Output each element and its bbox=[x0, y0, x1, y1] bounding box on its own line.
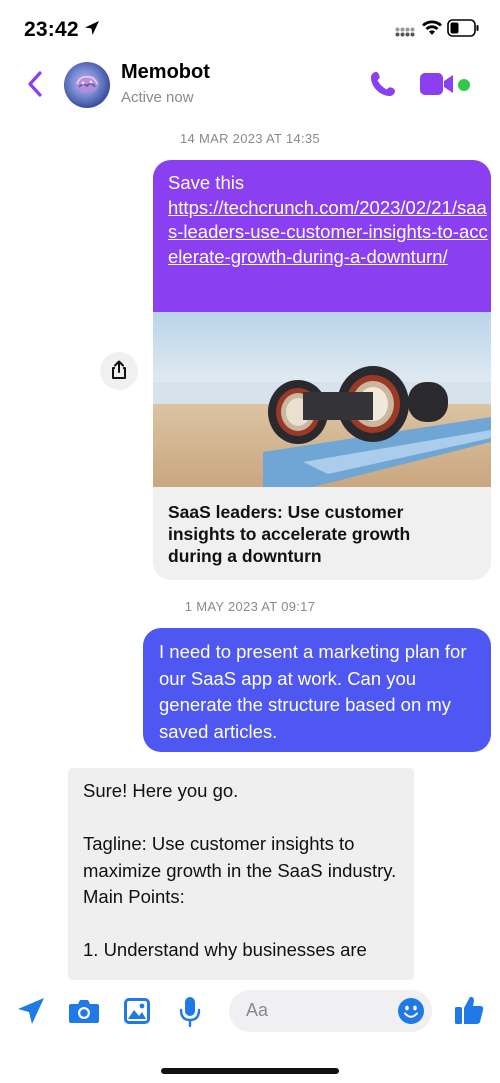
message-link[interactable]: https://techcrunch.com/2023/02/21/saas-l… bbox=[168, 196, 488, 270]
message-composer: Aa bbox=[0, 980, 500, 1083]
cellular-signal-icon bbox=[395, 27, 415, 37]
thumbs-up-icon[interactable] bbox=[453, 994, 485, 1026]
battery-icon bbox=[447, 19, 479, 37]
avatar[interactable] bbox=[64, 62, 110, 108]
message-text: Sure! Here you go. Tagline: Use customer… bbox=[83, 780, 397, 960]
contact-name[interactable]: Memobot bbox=[121, 61, 210, 84]
online-indicator bbox=[458, 79, 470, 91]
chat-header: Memobot Active now bbox=[0, 58, 500, 113]
phone-icon[interactable] bbox=[369, 70, 397, 98]
message-timestamp: 1 MAY 2023 AT 09:17 bbox=[184, 599, 316, 614]
status-time: 23:42 bbox=[24, 18, 79, 41]
message-input-placeholder: Aa bbox=[246, 1000, 269, 1020]
microphone-icon[interactable] bbox=[178, 996, 202, 1028]
contact-status: Active now bbox=[121, 89, 194, 106]
message-text: Save this bbox=[168, 172, 245, 193]
link-preview-title[interactable]: SaaS leaders: Use customer insights to a… bbox=[168, 501, 468, 567]
message-timestamp: 14 MAR 2023 AT 14:35 bbox=[180, 131, 320, 146]
message-bubble-outgoing[interactable]: I need to present a marketing plan for o… bbox=[143, 628, 491, 752]
message-bubble-outgoing: Save this https://techcrunch.com/2023/02… bbox=[153, 160, 491, 312]
share-icon bbox=[112, 360, 126, 379]
message-input[interactable]: Aa bbox=[229, 990, 432, 1032]
location-arrow-icon bbox=[85, 21, 99, 35]
video-camera-icon[interactable] bbox=[419, 72, 455, 96]
send-location-icon[interactable] bbox=[16, 996, 46, 1026]
share-button[interactable] bbox=[100, 352, 138, 390]
camera-icon[interactable] bbox=[68, 998, 100, 1024]
home-indicator bbox=[161, 1068, 339, 1074]
message-text: I need to present a marketing plan for o… bbox=[159, 641, 467, 742]
status-bar: 23:42 bbox=[0, 0, 500, 58]
link-preview-message[interactable]: Save this https://techcrunch.com/2023/02… bbox=[153, 160, 491, 580]
smiley-icon[interactable] bbox=[398, 998, 424, 1024]
message-bubble-incoming[interactable]: Sure! Here you go. Tagline: Use customer… bbox=[68, 768, 414, 980]
link-preview-image[interactable] bbox=[153, 312, 491, 487]
chevron-left-icon[interactable] bbox=[24, 68, 48, 100]
wifi-icon bbox=[422, 20, 442, 35]
image-icon[interactable] bbox=[123, 997, 151, 1025]
